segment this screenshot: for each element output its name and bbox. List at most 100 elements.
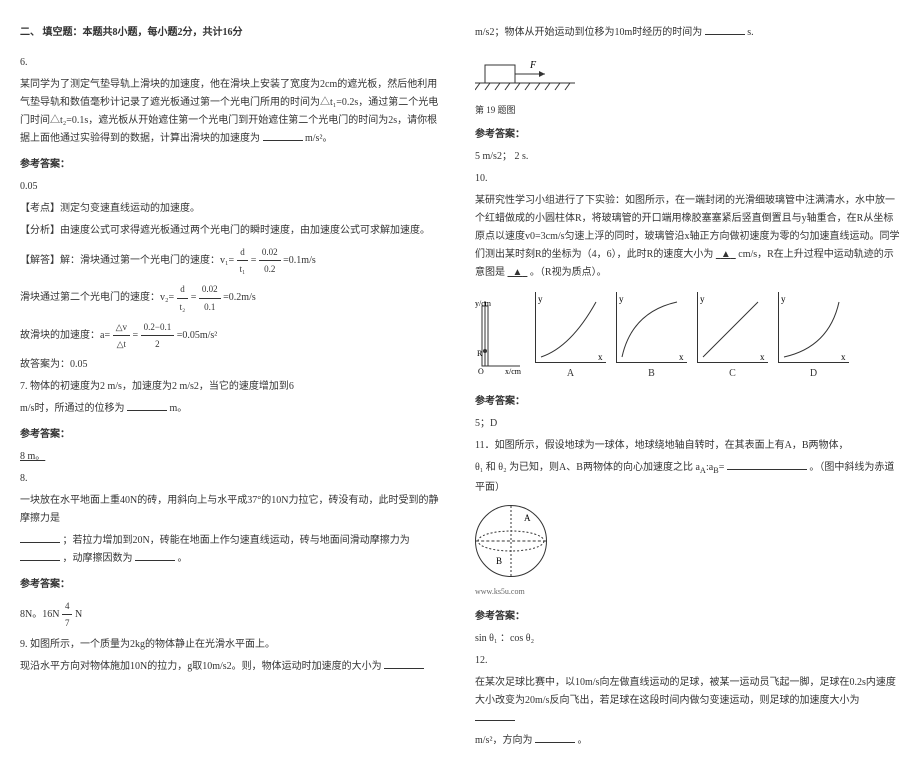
q6-sol2-text: 滑块通过第二个光电门的速度：v₂=: [20, 292, 174, 303]
ans1: 5 m/s2； 2 s.: [475, 148, 900, 166]
q6-sol2: 滑块通过第二个光电门的速度：v₂= dt₂ = 0.020.1 =0.2m/s: [20, 281, 445, 314]
q6-point: 【考点】测定匀变速直线运动的加速度。: [20, 200, 445, 218]
q10-num: 10.: [475, 170, 900, 188]
q10-ans-label: 参考答案：: [475, 393, 900, 411]
q12-num: 12.: [475, 652, 900, 670]
q8-answer: 8N。16N 47 N: [20, 598, 445, 631]
fig-label: 第 19 题图: [475, 102, 900, 118]
q11-suffix: 为已知，则A、B两物体的向心加速度之比: [509, 462, 693, 473]
q7-text: 7. 物体的初速度为2 m/s，加速度为2 m/s2，当它的速度增加到6: [20, 378, 445, 396]
q6-sol3-text: 故滑块的加速度：a=: [20, 330, 110, 341]
cont-prefix: m/s2；物体从开始运动到位移为10m时经历的时间为: [475, 27, 702, 38]
frac1: dt₁: [237, 244, 249, 277]
charts-row: y/cm x/cm R O yx A yx B yx C yx D: [475, 292, 900, 383]
eq2: =: [191, 292, 197, 303]
q11-blank: [727, 469, 807, 470]
frac3-den: t₂: [177, 299, 189, 315]
q11-text1: 11．如图所示，假设地球为一球体，地球绕地轴自转时，在其表面上有A，B两物体，: [475, 437, 900, 455]
frac3-num: d: [177, 281, 189, 298]
q8-text2: ；若拉力增加到20N，砖能在地面上作匀速直线运动，砖与地面间滑动摩擦力为 ，动摩…: [20, 532, 445, 568]
q10-b1: ▲: [721, 249, 731, 260]
q6-body: 某同学为了测定气垫导轨上滑块的加速度，他在滑块上安装了宽度为2cm的遮光板，然后…: [20, 79, 438, 144]
svg-text:O: O: [478, 367, 484, 376]
tube-diagram: y/cm x/cm R O: [475, 296, 525, 383]
q7-body2: m/s时，所通过的位移为: [20, 403, 124, 414]
q9-text2: 现沿水平方向对物体施加10N的拉力，g取10m/s2。则，物体运动时加速度的大小…: [20, 658, 445, 676]
q8-blank1: [20, 542, 60, 543]
q8-frac: 47: [62, 598, 73, 631]
q7-unit: m。: [169, 403, 187, 414]
frac2-num: 0.02: [259, 244, 281, 261]
q8-body2: ；若拉力增加到20N，砖能在地面上作匀速直线运动，砖与地面间滑动摩擦力为: [63, 535, 410, 546]
chart-c: yx C: [697, 292, 768, 383]
frac2: 0.020.2: [259, 244, 281, 277]
force-diagram: F 第 19 题图: [475, 50, 900, 118]
q6-res1: =0.1m/s: [283, 255, 316, 266]
q8-num: 8.: [20, 470, 445, 488]
section-title: 二、 填空题：本题共8小题，每小题2分，共计16分: [20, 24, 445, 42]
q9-blank: [384, 668, 424, 669]
label-a: A: [535, 365, 606, 383]
q6-sol3: 故滑块的加速度：a= △v△t = 0.2−0.12 =0.05m/s²: [20, 319, 445, 352]
q12-blank2: [535, 742, 575, 743]
label-d: D: [778, 365, 849, 383]
q8-answer-label: 参考答案：: [20, 576, 445, 594]
q8-text1: 一块放在水平地面上重40N的砖，用斜向上与水平成37°的10N力拉它，砖没有动，…: [20, 492, 445, 528]
q8-body1: 一块放在水平地面上重40N的砖，用斜向上与水平成37°的10N力拉它，砖没有动，…: [20, 495, 438, 524]
svg-text:y: y: [781, 294, 786, 304]
svg-text:R: R: [477, 349, 483, 358]
frac6-num: 0.2−0.1: [141, 319, 175, 336]
svg-text:B: B: [496, 556, 502, 566]
q12-unit: m/s²，方向为: [475, 735, 532, 746]
q7-text2: m/s时，所通过的位移为 m。: [20, 400, 445, 418]
q11-prefix: 和: [486, 462, 496, 473]
q10-blank2: ▲: [508, 267, 528, 278]
q10-b2: ▲: [513, 267, 523, 278]
label-c: C: [697, 365, 768, 383]
frac5: △v△t: [113, 319, 130, 352]
frac3: dt₂: [177, 281, 189, 314]
eq1: =: [251, 255, 257, 266]
theta1: θ₁: [475, 462, 483, 473]
frac4-den: 0.1: [199, 299, 221, 315]
q6-sol1-text: 【解答】解：滑块通过第一个光电门的速度：v₁=: [20, 255, 234, 266]
chart-a: yx A: [535, 292, 606, 383]
svg-text:A: A: [524, 513, 531, 523]
q6-blank: [263, 140, 303, 141]
ratio: aA:aB=: [695, 462, 724, 473]
svg-text:y/cm: y/cm: [475, 299, 492, 308]
q10-blank1: ▲: [716, 249, 736, 260]
frac6: 0.2−0.12: [141, 319, 175, 352]
q7-answer: 8 m。: [20, 448, 445, 466]
q7-blank: [127, 410, 167, 411]
eq3: =: [133, 330, 139, 341]
q6-unit: m/s²。: [305, 133, 332, 144]
svg-text:x: x: [679, 352, 684, 362]
svg-text:y: y: [619, 294, 624, 304]
svg-text:F: F: [529, 60, 537, 71]
chart-b: y x B: [616, 292, 687, 383]
q8-blank3: [135, 560, 175, 561]
svg-text:x: x: [598, 352, 603, 362]
q11-answer: sin θ₁ ：cos θ₂: [475, 630, 900, 648]
q6-num: 6.: [20, 54, 445, 72]
label-b: B: [616, 365, 687, 383]
q6-answer: 0.05: [20, 178, 445, 196]
q10-body3: 。（R视为质点）。: [530, 267, 607, 278]
cont-blank: [705, 34, 745, 35]
svg-text:y: y: [700, 294, 705, 304]
frac5-num: △v: [113, 319, 130, 336]
frac2-den: 0.2: [259, 261, 281, 277]
q6-sol4: 故答案为：0.05: [20, 356, 445, 374]
frac5-den: △t: [113, 336, 130, 352]
ans-label1: 参考答案：: [475, 126, 900, 144]
q10-answer: 5；D: [475, 415, 900, 433]
q12-body1: 在某次足球比赛中，以10m/s向左做直线运动的足球，被某一运动员飞起一脚，足球在…: [475, 677, 896, 706]
q6-answer-label: 参考答案：: [20, 156, 445, 174]
cont-suffix: s.: [747, 27, 753, 38]
q7-ans-text: 8 m。: [20, 451, 45, 462]
q6-res2: =0.2m/s: [223, 292, 256, 303]
q6-text: 某同学为了测定气垫导轨上滑块的加速度，他在滑块上安装了宽度为2cm的遮光板，然后…: [20, 76, 445, 148]
frac4: 0.020.1: [199, 281, 221, 314]
svg-text:x: x: [841, 352, 846, 362]
